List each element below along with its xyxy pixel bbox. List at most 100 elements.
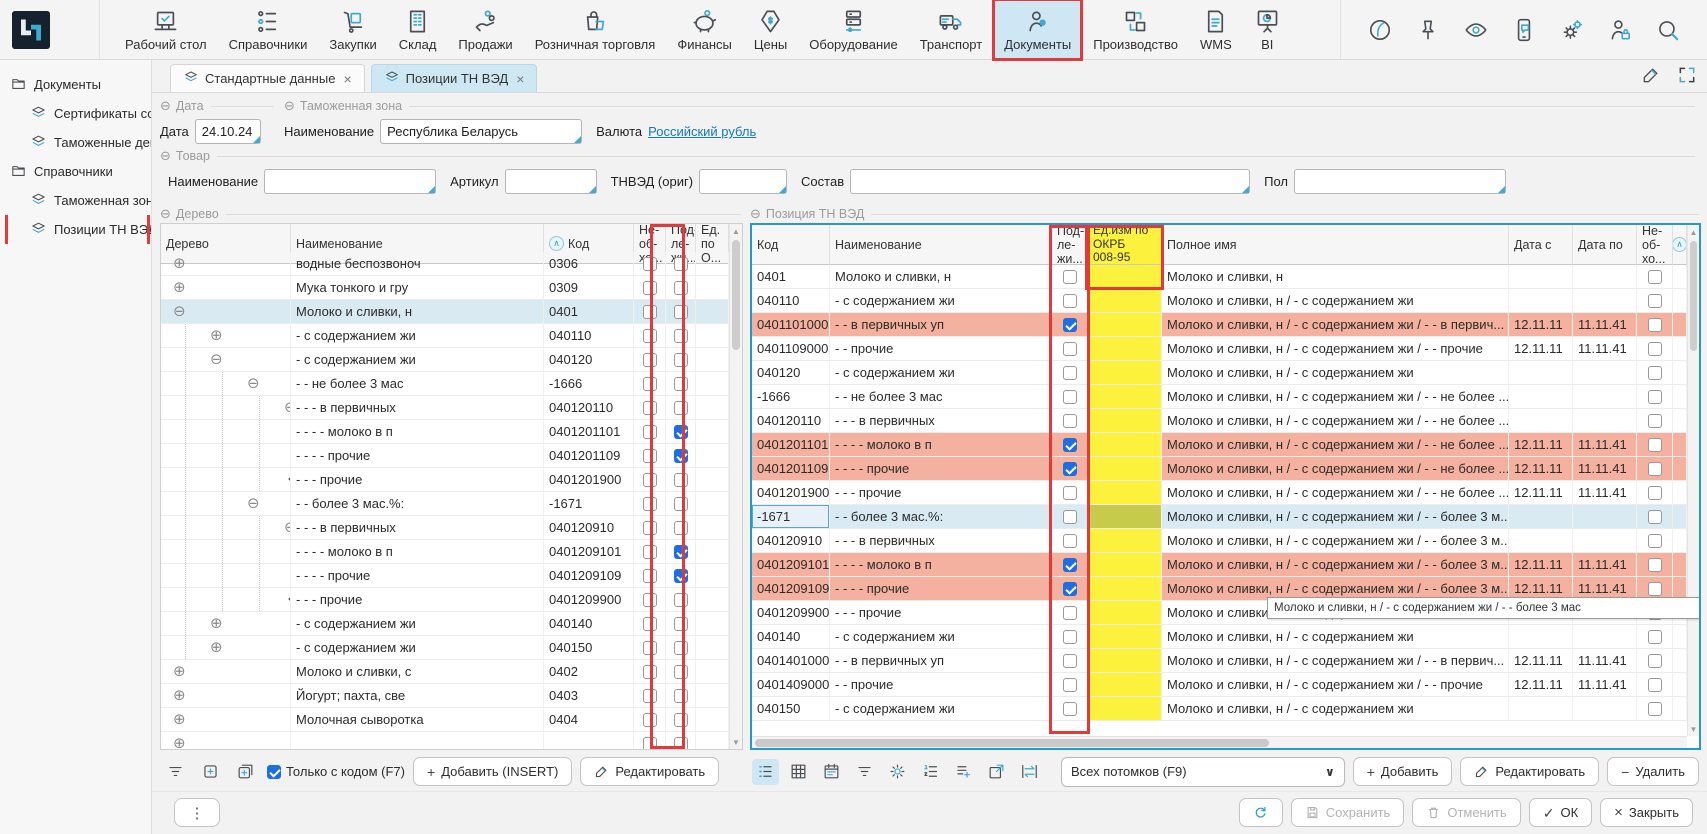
necessary-checkbox[interactable] (1648, 438, 1662, 452)
tree-row[interactable]: ⊖- - более 3 мас.%:-1671 (161, 492, 729, 516)
column-header-subject[interactable]: Под- ле- жи... (1052, 225, 1088, 265)
scrollbar-thumb[interactable] (732, 240, 740, 350)
tree-row[interactable]: ●- - - прочие0401201900 (161, 468, 729, 492)
field-input-состав[interactable] (850, 169, 1250, 194)
subject-checkbox[interactable] (674, 449, 688, 463)
horizontal-scrollbar[interactable] (752, 736, 1687, 748)
necessary-checkbox[interactable] (643, 713, 657, 727)
user-lock-icon[interactable] (1603, 13, 1637, 47)
numbered-list-icon[interactable] (917, 759, 944, 785)
necessary-checkbox[interactable] (643, 497, 657, 511)
position-row[interactable]: -1671- - более 3 мас.%:Молоко и сливки, … (752, 505, 1687, 529)
tree-collapse-icon[interactable]: ⊖ (284, 400, 291, 415)
necessary-checkbox[interactable] (643, 641, 657, 655)
only-with-code-checkbox[interactable] (267, 765, 281, 779)
subject-checkbox[interactable] (1063, 390, 1077, 404)
tree-expand-icon[interactable]: ⊕ (210, 640, 223, 655)
necessary-checkbox[interactable] (643, 329, 657, 343)
scroll-up-icon[interactable]: ▲ (1688, 225, 1699, 239)
necessary-checkbox[interactable] (643, 689, 657, 703)
collapse-group-icon[interactable]: ⊖ (160, 206, 171, 222)
tab[interactable]: Стандартные данные× (170, 64, 365, 92)
subject-checkbox[interactable] (1063, 702, 1077, 716)
add-button[interactable]: +Добавить (1353, 757, 1453, 786)
settings-icon[interactable] (884, 759, 911, 785)
tree-collapse-icon[interactable]: ⊖ (210, 352, 223, 367)
tree-row[interactable]: ⊕Йогурт; пахта, све0403 (161, 684, 729, 708)
tab-close-icon[interactable]: × (343, 71, 351, 87)
column-header-date-from[interactable]: Дата с (1509, 225, 1573, 265)
necessary-checkbox[interactable] (1648, 534, 1662, 548)
tree-expand-icon[interactable]: ⊕ (173, 280, 186, 295)
tree-row[interactable]: ●- - - - прочие0401209109 (161, 564, 729, 588)
subject-checkbox[interactable] (674, 665, 688, 679)
necessary-checkbox[interactable] (1648, 654, 1662, 668)
subject-checkbox[interactable] (1063, 606, 1077, 620)
vertical-scrollbar[interactable]: ▲ ▼ (1687, 225, 1699, 736)
sidebar-section-folder[interactable]: Справочники (0, 157, 151, 186)
position-row[interactable]: 040150- с содержанием жиМолоко и сливки,… (752, 697, 1687, 721)
currency-link[interactable]: Российский рубль (648, 124, 756, 139)
tree-expand-icon[interactable]: ⊕ (173, 712, 186, 727)
subject-checkbox[interactable] (674, 617, 688, 631)
tree-row[interactable]: ●- - - - прочие0401201109 (161, 444, 729, 468)
tree-row[interactable]: ⊕- с содержанием жи040140 (161, 612, 729, 636)
subject-checkbox[interactable] (674, 689, 688, 703)
tree-row[interactable]: ⊕Молоко и сливки, с0402 (161, 660, 729, 684)
tree-collapse-icon[interactable]: ⊖ (247, 496, 260, 511)
subject-checkbox[interactable] (674, 641, 688, 655)
subject-checkbox[interactable] (1063, 414, 1077, 428)
position-row[interactable]: 0401201109- - - - прочиеМолоко и сливки,… (752, 457, 1687, 481)
fullscreen-icon[interactable] (1677, 65, 1697, 88)
sidebar-item[interactable]: Сертификаты соотв (0, 99, 151, 128)
sidebar-section-folder[interactable]: Документы (0, 70, 151, 99)
necessary-checkbox[interactable] (1648, 318, 1662, 332)
tree-row[interactable]: ⊕Молочная сыворотка0404 (161, 708, 729, 732)
subject-checkbox[interactable] (674, 377, 688, 391)
menu-item-equipment[interactable]: Оборудование (798, 0, 908, 59)
position-row[interactable]: 0401101000- - в первичных упМолоко и сли… (752, 313, 1687, 337)
column-header-name[interactable]: Наименование (830, 225, 1052, 265)
sidebar-item[interactable]: Таможенная зона (0, 186, 151, 215)
sidebar-item[interactable]: Таможенные декла (0, 128, 151, 157)
necessary-checkbox[interactable] (1648, 702, 1662, 716)
necessary-checkbox[interactable] (1648, 414, 1662, 428)
subject-checkbox[interactable] (674, 329, 688, 343)
subject-checkbox[interactable] (1063, 654, 1077, 668)
zone-name-input[interactable] (380, 119, 582, 144)
add-list-icon[interactable] (950, 759, 977, 785)
necessary-checkbox[interactable] (1648, 294, 1662, 308)
subject-checkbox[interactable] (674, 257, 688, 271)
menu-item-prices[interactable]: Цены (743, 0, 798, 59)
tree-row[interactable]: ⊕водные беспозвоноч0306 (161, 252, 729, 276)
necessary-checkbox[interactable] (643, 257, 657, 271)
subject-checkbox[interactable] (674, 521, 688, 535)
tree-expand-icon[interactable]: ⊕ (210, 616, 223, 631)
necessary-checkbox[interactable] (643, 401, 657, 415)
necessary-checkbox[interactable] (643, 425, 657, 439)
subject-checkbox[interactable] (674, 473, 688, 487)
necessary-checkbox[interactable] (643, 281, 657, 295)
tree-expand-icon[interactable]: ⊕ (173, 256, 186, 271)
position-row[interactable]: 0401109000- - прочиеМолоко и сливки, н /… (752, 337, 1687, 361)
position-row[interactable]: 0401409000- - прочиеМолоко и сливки, н /… (752, 673, 1687, 697)
tree-row[interactable]: ⊕Мука тонкого и гру0309 (161, 276, 729, 300)
tree-row[interactable]: ⊖- - не более 3 мас-1666 (161, 372, 729, 396)
save-button[interactable]: Сохранить (1291, 798, 1405, 827)
filter-icon[interactable] (851, 759, 878, 785)
tree-row[interactable]: ●- - - - молоко в п0401209101 (161, 540, 729, 564)
scrollbar-thumb[interactable] (755, 739, 1269, 747)
position-row[interactable]: -1666- - не более 3 масМолоко и сливки, … (752, 385, 1687, 409)
column-header-full-name[interactable]: Полное имя (1162, 225, 1509, 265)
position-row[interactable]: 040110- с содержанием жиМолоко и сливки,… (752, 289, 1687, 313)
pin-icon[interactable] (1411, 13, 1445, 47)
subject-checkbox[interactable] (674, 593, 688, 607)
subject-checkbox[interactable] (674, 281, 688, 295)
column-header-date-to[interactable]: Дата по (1573, 225, 1637, 265)
necessary-checkbox[interactable] (643, 521, 657, 535)
swap-icon[interactable] (1016, 759, 1043, 785)
grid-view-icon[interactable] (785, 759, 812, 785)
collapse-group-icon[interactable]: ⊖ (284, 98, 295, 114)
edit-button[interactable]: Редактировать (580, 757, 719, 786)
list-view-icon[interactable] (752, 759, 779, 785)
